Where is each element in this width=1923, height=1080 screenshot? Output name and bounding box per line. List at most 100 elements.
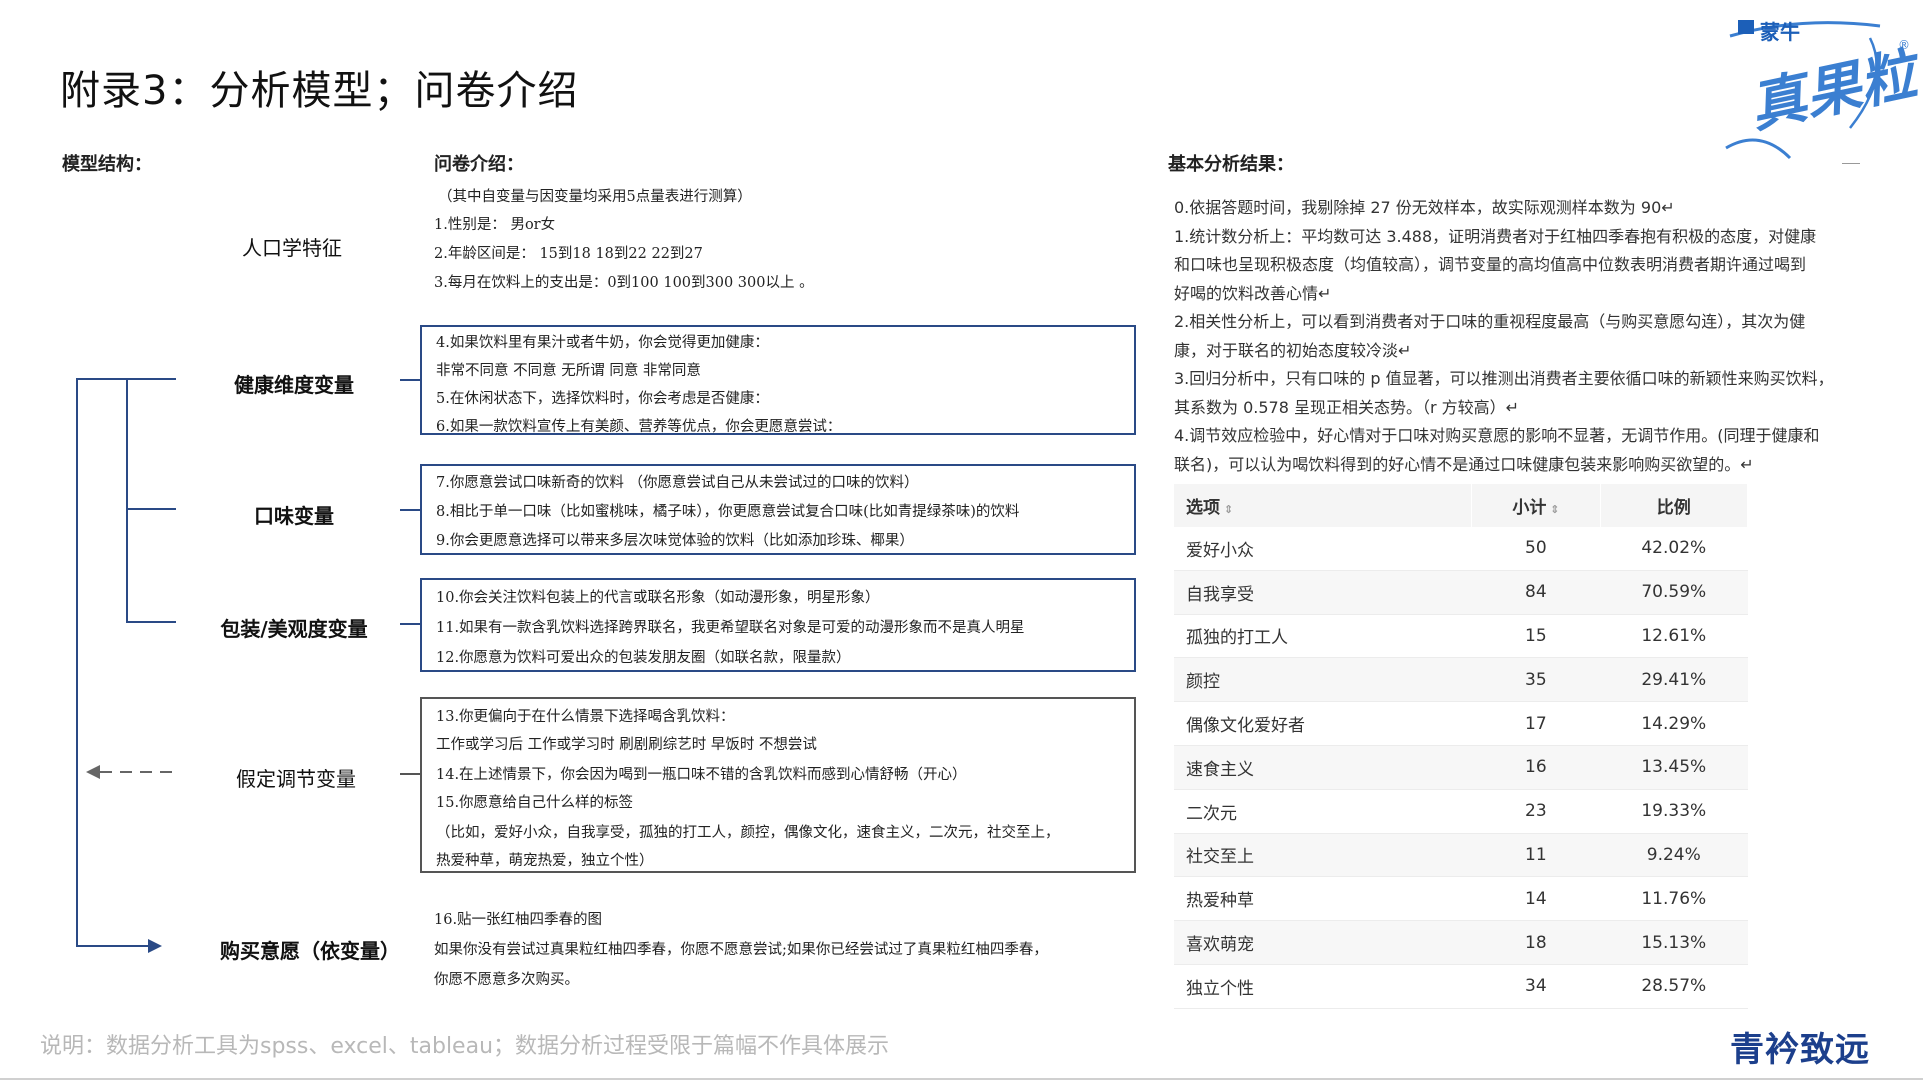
- cell-ratio: 11.76%: [1600, 876, 1748, 922]
- results-text: 0.依据答题时间，我剔除掉 27 份无效样本，故实际观测样本数为 90↵ 1.统…: [1174, 194, 1874, 479]
- sort-icon[interactable]: ⇕: [1220, 503, 1233, 516]
- cell-count: 35: [1471, 657, 1601, 703]
- result-line: 和口味也呈现积极态度（均值较高），调节变量的高均值高中位数表明消费者期许通过喝到: [1174, 255, 1807, 274]
- cell-option: 孤独的打工人: [1174, 614, 1472, 659]
- question-7: 7.你愿意尝试口味新奇的饮料 （你愿意尝试自己从未尝试过的口味的饮料）: [436, 475, 919, 491]
- column-header-ratio: 比例: [1600, 484, 1749, 527]
- result-line: 3.回归分析中，只有口味的 p 值显著，可以推测出消费者主要依循口味的新颖性来购…: [1174, 369, 1834, 388]
- question-15: 15.你愿意给自己什么样的标签: [436, 795, 634, 811]
- column-header-option[interactable]: 选项 ⇕: [1174, 484, 1473, 527]
- footer-note: 说明：数据分析工具为spss、excel、tableau；数据分析过程受限于篇幅…: [40, 1034, 890, 1059]
- question-1: 1.性别是： 男or女: [434, 217, 556, 233]
- result-line: 2.相关性分析上，可以看到消费者对于口味的重视程度最高（与购买意愿勾连），其次为…: [1174, 312, 1806, 331]
- cell-count: 23: [1471, 789, 1601, 834]
- cell-option: 偶像文化爱好者: [1174, 701, 1472, 746]
- table-row: 社交至上 11 9.24%: [1174, 833, 1748, 878]
- question-10: 10.你会关注饮料包装上的代言或联名形象（如动漫形象，明星形象）: [436, 590, 880, 606]
- table-row: 二次元 23 19.33%: [1174, 789, 1748, 834]
- cell-option: 热爱种草: [1174, 876, 1472, 922]
- cell-option: 颜控: [1174, 657, 1472, 703]
- moderator-question-box: 13.你更偏向于在什么情景下选择喝含乳饮料： 工作或学习后 工作或学习时 刷剧刷…: [420, 697, 1136, 873]
- table-row: 自我享受 84 70.59%: [1174, 570, 1748, 615]
- cell-count: 50: [1471, 527, 1601, 571]
- result-line: 联名)，可以认为喝饮料得到的好心情不是通过口味健康包装来影响购买欲望的。↵: [1174, 454, 1754, 474]
- table-row: 颜控 35 29.41%: [1174, 657, 1748, 703]
- cell-option: 自我享受: [1174, 570, 1472, 615]
- results-header: 基本分析结果：: [1168, 154, 1294, 175]
- question-15-examples: （比如，爱好小众，自我享受，孤独的打工人，颜控，偶像文化，速食主义，二次元，社交…: [436, 825, 1060, 841]
- tag-results-table: 选项 ⇕ 小计 ⇕ 比例 爱好小众 50 42.02% 自我享受 84 70.59% 孤独的…: [1174, 484, 1749, 1009]
- cell-ratio: 15.13%: [1600, 920, 1748, 965]
- connector-moderator: [400, 773, 420, 775]
- connector-package: [400, 623, 420, 625]
- column-header-label: 选项: [1186, 498, 1220, 518]
- table-header-row: 选项 ⇕ 小计 ⇕ 比例: [1174, 484, 1749, 527]
- cell-count: 16: [1471, 745, 1601, 790]
- result-line: 其系数为 0.578 呈现正相关态势。（r 方较高）↵: [1174, 397, 1520, 417]
- branch-package: [126, 621, 176, 623]
- connector-health: [400, 379, 420, 381]
- cell-option: 喜欢萌宠: [1174, 920, 1472, 965]
- cell-option: 社交至上: [1174, 833, 1472, 878]
- page-title: 附录3：分析模型；问卷介绍: [60, 68, 579, 114]
- trunk-top-branch: [76, 378, 126, 380]
- survey-header: 问卷介绍：: [434, 154, 524, 175]
- model-diagram: [0, 0, 420, 953]
- table-row: 孤独的打工人 15 12.61%: [1174, 614, 1748, 659]
- node-package: 包装/美观度变量: [220, 617, 368, 641]
- table-row: 热爱种草 14 11.76%: [1174, 876, 1748, 922]
- result-line: 4.调节效应检验中，好心情对于口味对购买意愿的影响不显著，无调节作用。(同理于健…: [1174, 426, 1820, 445]
- question-6: 6.如果一款饮料宣传上有美颜、营养等优点，你会更愿意尝试：: [436, 419, 842, 435]
- question-9: 9.你会更愿意选择可以带来多层次味觉体验的饮料（比如添加珍珠、椰果）: [436, 533, 914, 549]
- node-moderator: 假定调节变量: [236, 767, 356, 791]
- result-line: 康，对于联名的初始态度较冷淡↵: [1174, 340, 1412, 360]
- question-12: 12.你愿意为饮料可爱出众的包装发朋友圈（如联名款，限量款）: [436, 650, 851, 666]
- question-3: 3.每月在饮料上的支出是：0到100 100到300 300以上 。: [434, 275, 814, 291]
- question-4-scale: 非常不同意 不同意 无所谓 同意 非常同意: [436, 363, 701, 379]
- column-header-label: 比例: [1656, 498, 1691, 518]
- cell-ratio: 19.33%: [1600, 789, 1748, 834]
- question-16-text-cont: 你愿不愿意多次购买。: [434, 972, 579, 988]
- cell-option: 二次元: [1174, 789, 1472, 834]
- cell-ratio: 70.59%: [1600, 570, 1748, 615]
- question-2: 2.年龄区间是： 15到18 18到22 22到27: [434, 246, 703, 262]
- cell-ratio: 42.02%: [1600, 527, 1748, 571]
- health-question-box: 4.如果饮料里有果汁或者牛奶，你会觉得更加健康： 非常不同意 不同意 无所谓 同…: [420, 325, 1136, 435]
- result-line: 好喝的饮料改善心情↵: [1174, 283, 1332, 303]
- cell-option: 独立个性: [1174, 964, 1472, 1009]
- sort-icon[interactable]: ⇕: [1546, 503, 1559, 516]
- cell-ratio: 29.41%: [1600, 657, 1748, 703]
- table-body: 爱好小众 50 42.02% 自我享受 84 70.59% 孤独的打工人 15 12.61% 颜控…: [1174, 527, 1748, 1009]
- brand-logo: 蒙牛 真果粒 ®: [1720, 8, 1922, 168]
- logo-reg-mark: ®: [1898, 38, 1910, 52]
- column-header-count[interactable]: 小计 ⇕: [1471, 484, 1601, 527]
- dashed-arrow-left-icon: [86, 765, 172, 779]
- package-question-box: 10.你会关注饮料包装上的代言或联名形象（如动漫形象，明星形象） 11.如果有一…: [420, 578, 1136, 672]
- question-16-text: 如果你没有尝试过真果粒红柚四季春，你愿不愿意尝试;如果你已经尝试过了真果粒红柚四…: [434, 942, 1048, 958]
- question-5: 5.在休闲状态下，选择饮料时，你会考虑是否健康：: [436, 391, 769, 407]
- cell-ratio: 13.45%: [1600, 745, 1748, 790]
- cell-count: 84: [1471, 570, 1601, 615]
- question-4: 4.如果饮料里有果汁或者牛奶，你会觉得更加健康：: [436, 335, 769, 351]
- cell-ratio: 12.61%: [1600, 614, 1748, 659]
- question-11: 11.如果有一款含乳饮料选择跨界联名，我更希望联名对象是可爱的动漫形象而不是真人…: [436, 620, 1025, 636]
- table-row: 偶像文化爱好者 17 14.29%: [1174, 701, 1748, 746]
- question-14: 14.在上述情景下，你会因为喝到一瓶口味不错的含乳饮料而感到心情舒畅（开心）: [436, 767, 967, 783]
- cell-count: 11: [1471, 833, 1601, 878]
- question-15-examples-cont: 热爱种草，萌宠热爱，独立个性）: [436, 853, 654, 869]
- node-taste: 口味变量: [254, 504, 334, 528]
- cell-count: 34: [1471, 964, 1601, 1009]
- column-header-label: 小计: [1512, 498, 1547, 518]
- cell-ratio: 9.24%: [1600, 833, 1748, 878]
- cell-ratio: 14.29%: [1600, 701, 1748, 746]
- node-demographics: 人口学特征: [242, 236, 342, 260]
- purchase-questions: 16.贴一张红柚四季春的图 如果你没有尝试过真果粒红柚四季春，你愿不愿意尝试;如…: [434, 908, 1048, 998]
- model-header: 模型结构：: [62, 154, 152, 175]
- cell-count: 14: [1471, 876, 1601, 922]
- question-13-options: 工作或学习后 工作或学习时 刷剧刷综艺时 早饭时 不想尝试: [436, 737, 817, 753]
- table-row: 独立个性 34 28.57%: [1174, 964, 1748, 1009]
- footer-brand: 青衿致远: [1730, 1030, 1870, 1070]
- branch-taste: [126, 508, 176, 510]
- cell-ratio: 28.57%: [1600, 964, 1748, 1009]
- question-13: 13.你更偏向于在什么情景下选择喝含乳饮料：: [436, 709, 735, 725]
